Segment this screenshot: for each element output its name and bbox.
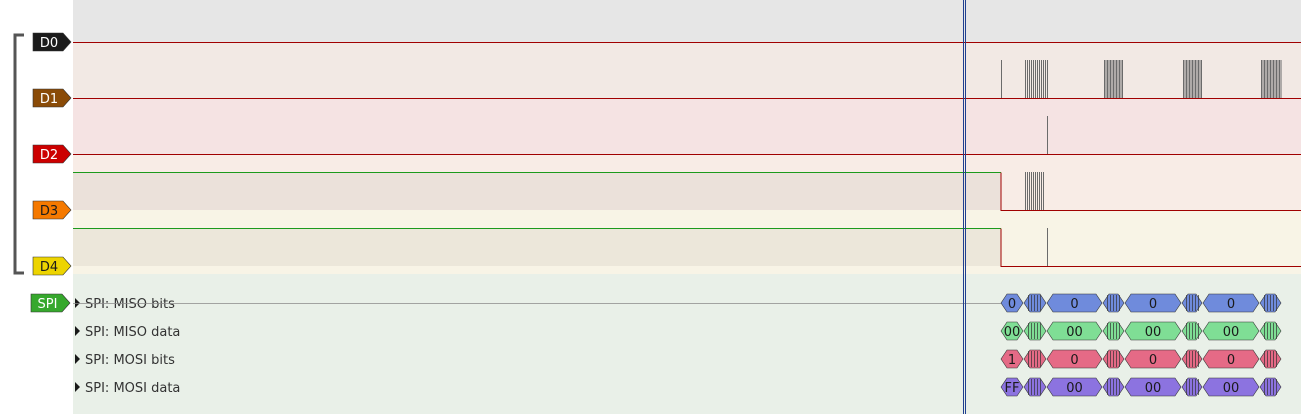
- decoder-segment-value: FF: [1005, 381, 1020, 396]
- decoder-row-label: SPI: MISO bits: [85, 297, 175, 312]
- channel-row-d0[interactable]: [73, 14, 1301, 42]
- decoder-segment-value: 1: [1008, 353, 1016, 368]
- channel-label-d0[interactable]: D0: [32, 32, 72, 52]
- channel-label-d0-text: D0: [40, 36, 58, 51]
- decoder-segment-value: 00: [1066, 381, 1083, 396]
- decoder-segment-value: 0: [1227, 353, 1235, 368]
- decoder-label-spi[interactable]: SPI: [30, 293, 71, 313]
- decoder-segment-value: 0: [1149, 353, 1157, 368]
- decoder-segment-value: 0: [1070, 353, 1078, 368]
- decoder-label-spi-text: SPI: [38, 297, 58, 312]
- decoder-segment-value: 00: [1145, 325, 1162, 340]
- decoder-segment-value: 00: [1223, 325, 1240, 340]
- decoder-segment-value: 0: [1227, 297, 1235, 312]
- decoder-segment-value: 00: [1223, 381, 1240, 396]
- decoder-row-label: SPI: MOSI bits: [85, 353, 175, 368]
- decoder-row-label: SPI: MISO data: [85, 325, 180, 340]
- d1-burst-2: [1104, 60, 1123, 98]
- channel-label-d1[interactable]: D1: [32, 88, 72, 108]
- decoder-segment-value: 00: [1004, 325, 1021, 340]
- logic-analyzer-view[interactable]: SPI: MISO bits 0 0 0 0SPI: MISO data 00 00 00 00…: [0, 0, 1301, 414]
- decoder-segment-value: 0: [1008, 297, 1016, 312]
- channel-row-d2[interactable]: [73, 98, 1301, 154]
- d3-high-region: [73, 172, 1001, 210]
- decoder-segment-value: 00: [1066, 325, 1083, 340]
- channel-label-d4-text: D4: [40, 260, 58, 275]
- decoder-segment-value: 0: [1149, 297, 1157, 312]
- channel-label-d3[interactable]: D3: [32, 200, 72, 220]
- d4-high-region: [73, 228, 1001, 266]
- channel-label-d4[interactable]: D4: [32, 256, 72, 276]
- channel-label-d2[interactable]: D2: [32, 144, 72, 164]
- channel-label-d3-text: D3: [40, 204, 58, 219]
- decoder-segment-value: 0: [1070, 297, 1078, 312]
- decoder-segment-value: 00: [1145, 381, 1162, 396]
- channel-label-d2-text: D2: [40, 148, 58, 163]
- decoder-row-label: SPI: MOSI data: [85, 381, 180, 396]
- time-ruler[interactable]: [73, 0, 1301, 14]
- d1-burst-3: [1183, 60, 1202, 98]
- channel-label-d1-text: D1: [40, 92, 58, 107]
